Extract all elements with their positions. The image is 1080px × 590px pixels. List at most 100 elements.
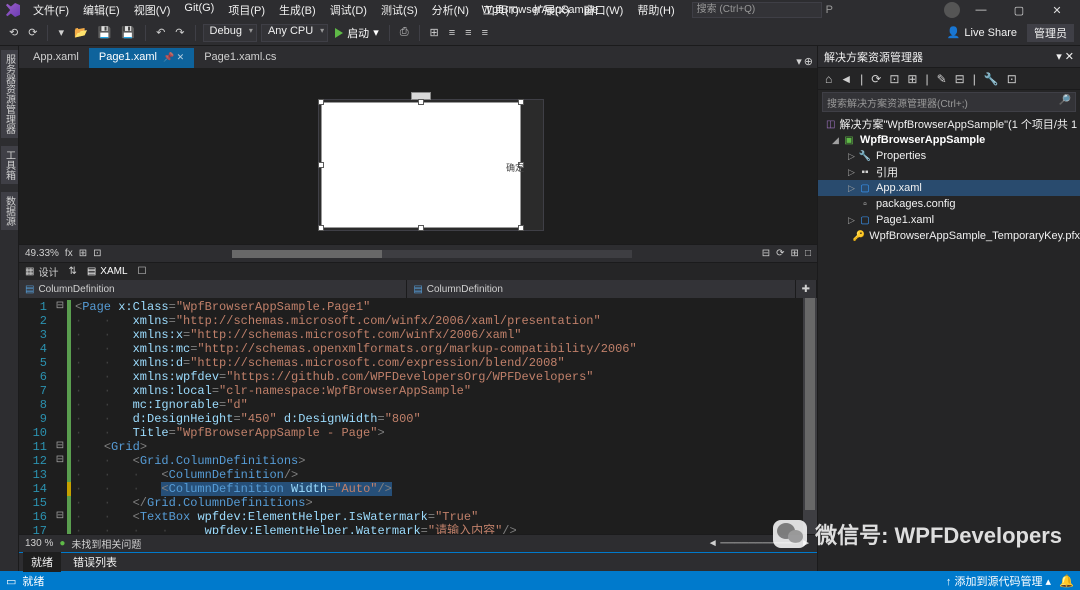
menu-item[interactable]: 文件(F) — [26, 0, 76, 21]
code-editor[interactable]: 123456789101112131415161718192021 ⊟⊟⊟⊟ <… — [19, 298, 817, 534]
tab-overflow-button[interactable]: ⊕ — [804, 55, 813, 68]
editor-zoom[interactable]: 130 % — [25, 538, 53, 549]
vs-logo-icon — [6, 3, 20, 17]
zoom-tool-3[interactable]: ⊡ — [93, 248, 101, 259]
zoom-tool-2[interactable]: ⊞ — [79, 248, 87, 259]
menu-item[interactable]: 视图(V) — [127, 0, 178, 21]
search-icon: 🔎 — [1059, 95, 1071, 109]
split-toggle[interactable]: ⇅ — [68, 266, 76, 277]
zoom-level[interactable]: 49.33% — [25, 248, 59, 259]
left-toolwindow-gutter: 服务器资源管理器工具箱数据源 — [0, 46, 19, 571]
platform-dropdown[interactable]: Any CPU — [261, 24, 328, 42]
undo-button[interactable]: ↶ — [153, 24, 168, 41]
xaml-breadcrumb: ▤ColumnDefinition ▤ColumnDefinition ✚ — [19, 280, 817, 298]
design-page-preview[interactable] — [321, 102, 521, 228]
toolbar-extra-3[interactable]: ≡ — [446, 25, 458, 41]
toolbar-extra-4[interactable]: ≡ — [462, 25, 474, 41]
tab-dropdown-button[interactable]: ▾ — [796, 55, 802, 68]
sol-tool-5[interactable]: ⊟ — [952, 72, 968, 86]
collapsed-toolwindow-tab[interactable]: 服务器资源管理器 — [1, 50, 18, 138]
xaml-tab[interactable]: ▤ XAML — [87, 266, 128, 277]
tree-properties[interactable]: ▷🔧Properties — [818, 148, 1080, 164]
editor-footer: 130 % ● 未找到相关问题 ◄ ─────────── ► — [19, 534, 817, 552]
sol-tool-6[interactable]: 🔧 — [981, 72, 1002, 86]
redo-button[interactable]: ↷ — [172, 24, 187, 41]
new-file-button[interactable]: ▾ — [55, 24, 67, 41]
breadcrumb-right[interactable]: ▤ColumnDefinition — [407, 280, 795, 298]
collapsed-toolwindow-tab[interactable]: 工具箱 — [1, 146, 18, 184]
sol-tool-7[interactable]: ⊡ — [1004, 72, 1020, 86]
tree-temp-key[interactable]: 🔑WpfBrowserAppSample_TemporaryKey.pfx — [818, 228, 1080, 244]
line-numbers: 123456789101112131415161718192021 — [19, 298, 53, 534]
quick-search-input[interactable]: 搜索 (Ctrl+Q) — [692, 2, 822, 18]
live-share-button[interactable]: 👤Live Share — [941, 26, 1023, 39]
person-icon: 👤 — [947, 26, 961, 39]
ok-icon: ● — [59, 538, 65, 549]
sol-back-button[interactable]: ◄ — [837, 72, 855, 86]
menu-item[interactable]: 测试(S) — [374, 0, 425, 21]
tree-app-xaml[interactable]: ▷▢App.xaml — [818, 180, 1080, 196]
no-issues-label: 未找到相关问题 — [71, 536, 141, 551]
menu-item[interactable]: Git(G) — [177, 0, 221, 21]
tree-page1-xaml[interactable]: ▷▢Page1.xaml — [818, 212, 1080, 228]
solution-search-input[interactable]: 搜索解决方案资源管理器(Ctrl+;)🔎 — [822, 92, 1076, 112]
menu-item[interactable]: 分析(N) — [425, 0, 476, 21]
breadcrumb-left[interactable]: ▤ColumnDefinition — [19, 280, 407, 298]
open-button[interactable]: 📂 — [71, 24, 91, 41]
tree-project[interactable]: ◢▣WpfBrowserAppSample — [818, 132, 1080, 148]
breadcrumb-add[interactable]: ✚ — [796, 280, 817, 298]
h-scrollbar[interactable]: ◄ ─────────── ► — [708, 538, 811, 549]
nav-fwd-button[interactable]: ⟳ — [25, 24, 40, 41]
sol-tool-3[interactable]: ⊞ — [904, 72, 920, 86]
config-dropdown[interactable]: Debug — [203, 24, 257, 42]
tree-solution-root[interactable]: ◫解决方案"WpfBrowserAppSample"(1 个项目/共 1 个) — [818, 116, 1080, 132]
designer-tool-r2[interactable]: ⟳ — [776, 248, 784, 259]
sol-home-button[interactable]: ⌂ — [822, 72, 835, 86]
admin-indicator[interactable]: 管理员 — [1027, 24, 1074, 42]
fold-gutter[interactable]: ⊟⊟⊟⊟ — [53, 298, 67, 534]
menu-item[interactable]: 调试(D) — [323, 0, 374, 21]
xaml-designer-surface[interactable] — [19, 68, 817, 244]
menu-item[interactable]: 帮助(H) — [630, 0, 681, 21]
nav-back-button[interactable]: ⟲ — [6, 24, 21, 41]
sol-tool-4[interactable]: ✎ — [934, 72, 950, 86]
toolbar-extra-5[interactable]: ≡ — [479, 25, 491, 41]
window-minimize-button[interactable]: — — [964, 0, 998, 20]
code-text[interactable]: <Page x:Class="WpfBrowserAppSample.Page1… — [71, 298, 803, 534]
toolbar-extra-2[interactable]: ⊞ — [427, 24, 442, 41]
window-maximize-button[interactable]: ▢ — [1002, 0, 1036, 20]
designer-tool-r3[interactable]: ⊞ — [791, 248, 799, 259]
window-close-button[interactable]: ✕ — [1040, 0, 1074, 20]
bottom-panel-tab[interactable]: 就绪 — [23, 552, 61, 572]
status-square-icon: ▭ — [6, 575, 16, 588]
tree-references[interactable]: ▷▪▪引用 — [818, 164, 1080, 180]
design-tab[interactable]: ▦ 设计 — [25, 264, 58, 279]
bottom-panel-tab[interactable]: 错误列表 — [65, 552, 125, 572]
document-tab[interactable]: App.xaml — [23, 48, 89, 68]
document-tab[interactable]: Page1.xaml.cs — [194, 48, 286, 68]
zoom-tool-1[interactable]: fx — [65, 248, 73, 259]
menu-item[interactable]: 项目(P) — [221, 0, 272, 21]
switch-extra[interactable]: ☐ — [138, 266, 147, 277]
notifications-icon[interactable]: 🔔 — [1059, 574, 1074, 588]
save-all-button[interactable]: 💾 — [118, 24, 138, 41]
start-debug-button[interactable]: 启动 ▾ — [332, 23, 382, 43]
source-control-add[interactable]: ↑ 添加到源代码管理 ▴ — [946, 573, 1051, 589]
collapsed-toolwindow-tab[interactable]: 数据源 — [1, 192, 18, 230]
menu-item[interactable]: 生成(B) — [272, 0, 323, 21]
designer-tool-r1[interactable]: ⊟ — [762, 248, 770, 259]
save-button[interactable]: 💾 — [95, 24, 115, 41]
solution-tree[interactable]: ◫解决方案"WpfBrowserAppSample"(1 个项目/共 1 个) … — [818, 114, 1080, 571]
document-tabs: App.xamlPage1.xaml📌 ✕Page1.xaml.cs ▾ ⊕ — [19, 46, 817, 68]
designer-tool-r4[interactable]: □ — [805, 248, 811, 259]
tree-packages-config[interactable]: ▫packages.config — [818, 196, 1080, 212]
toolbar-extra-1[interactable]: ⎙ — [397, 24, 412, 41]
designer-h-scrollbar[interactable] — [232, 250, 632, 258]
document-tab[interactable]: Page1.xaml📌 ✕ — [89, 48, 194, 68]
editor-v-scrollbar[interactable] — [803, 298, 817, 534]
menu-item[interactable]: 编辑(E) — [76, 0, 127, 21]
panel-menu-button[interactable]: ▾ ✕ — [1056, 50, 1074, 63]
sol-sync-button[interactable]: ⟳ — [868, 72, 884, 86]
user-avatar-icon[interactable] — [944, 2, 960, 18]
sol-tool-2[interactable]: ⊡ — [886, 72, 902, 86]
